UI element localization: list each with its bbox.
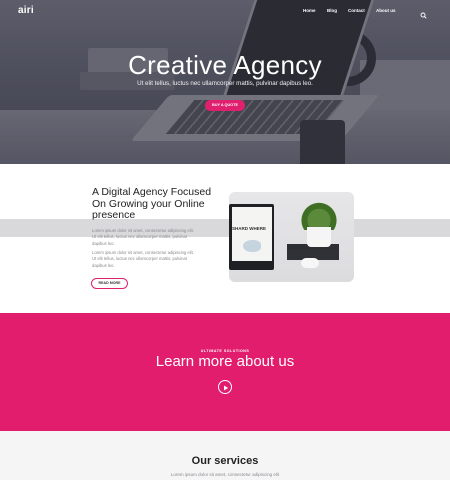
cta-title: Learn more about us [155, 353, 295, 370]
image-pot [307, 227, 331, 247]
about-paragraph: Lorem ipsum dolor sit amet, consectetur … [92, 250, 194, 268]
hero-subtitle: Ut elit tellus, luctus nec ullamcorper m… [137, 80, 313, 87]
image-screen-text: SHARD WHERE [232, 226, 267, 231]
highlight-band [0, 219, 450, 237]
about-title: A Digital Agency Focused On Growing your… [92, 186, 212, 221]
about-image: SHARD WHERE [229, 192, 354, 282]
buy-quote-button[interactable]: BUY A QUOTE [205, 100, 245, 111]
image-monitor-screen [232, 207, 272, 261]
services-title: Our services [191, 455, 259, 467]
hero-section: airi Home Blog Contact About us Creative… [0, 0, 450, 164]
search-icon[interactable] [420, 6, 427, 19]
image-plant [301, 198, 337, 230]
site-logo[interactable]: airi [18, 5, 34, 16]
play-icon[interactable] [218, 380, 232, 394]
services-subtitle: Lorem ipsum dolor sit amet, consectetur … [170, 472, 280, 477]
services-section: Our services Lorem ipsum dolor sit amet,… [0, 431, 450, 480]
nav-item-blog[interactable]: Blog [327, 8, 337, 13]
image-object [301, 258, 319, 268]
about-paragraph: Lorem ipsum dolor sit amet, consectetur … [92, 228, 194, 246]
nav-item-about-us[interactable]: About us [376, 8, 396, 13]
nav-item-contact[interactable]: Contact [348, 8, 365, 13]
cta-section: ULTIMATE SOLUTIONS Learn more about us [0, 313, 450, 431]
image-screen-art [243, 240, 261, 252]
hero-title: Creative Agency [128, 50, 322, 80]
nav-item-home[interactable]: Home [303, 8, 316, 13]
read-more-button[interactable]: READ MORE [91, 278, 128, 289]
